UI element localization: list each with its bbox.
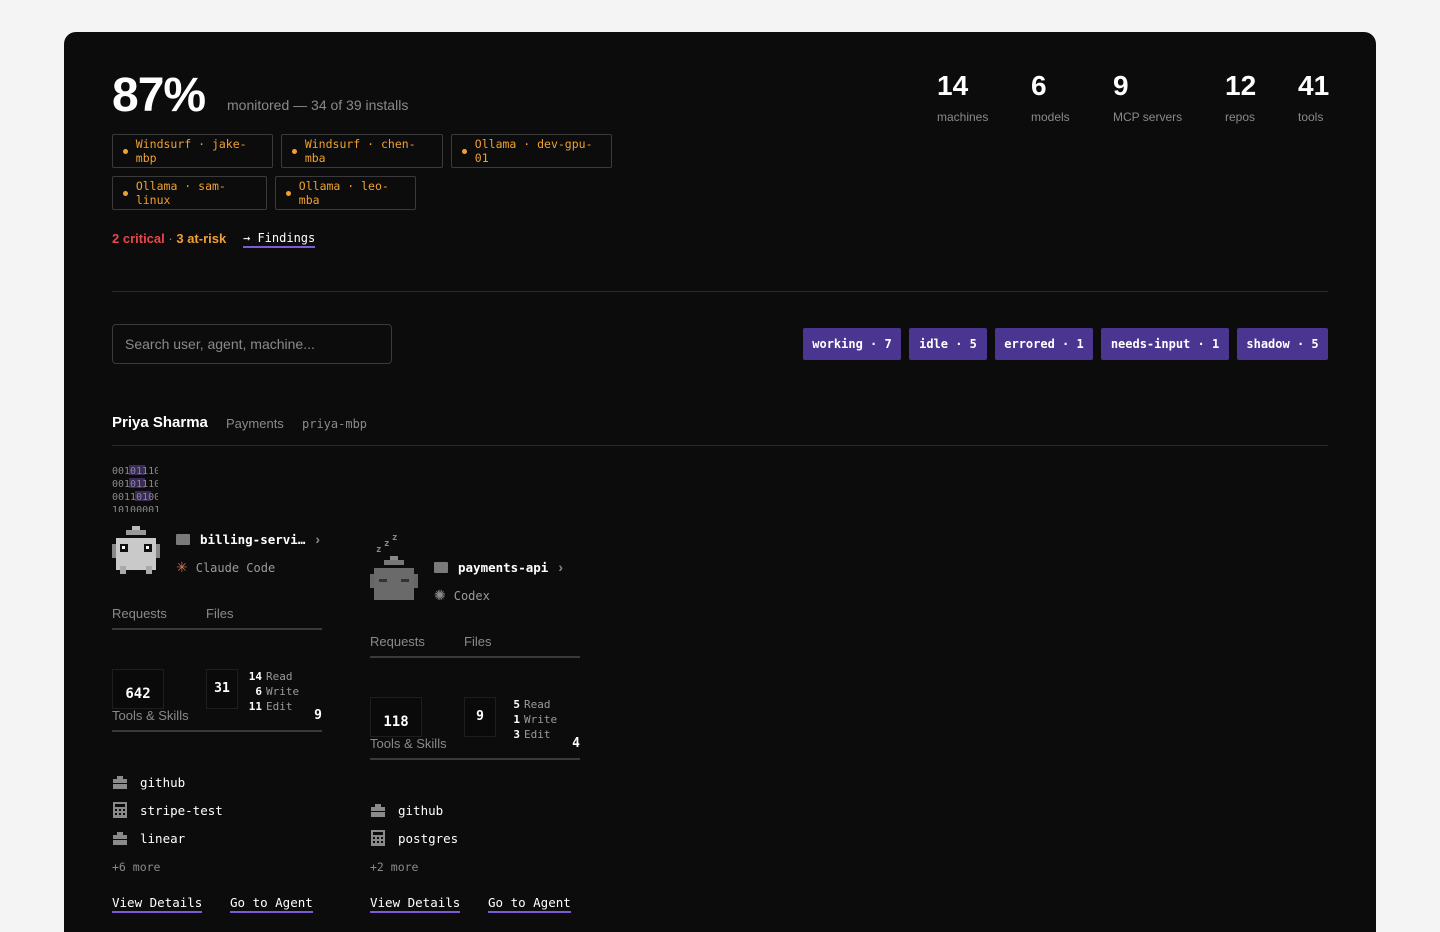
tools-header: Tools & Skills 9: [112, 708, 322, 732]
agent-name: Codex: [453, 588, 490, 603]
chevron-right-icon[interactable]: ›: [315, 531, 320, 547]
unmonitored-chip[interactable]: Ollama · sam-linux: [112, 176, 267, 210]
svg-text:z: z: [392, 533, 397, 543]
briefcase-icon: [113, 776, 127, 789]
go-to-agent-link[interactable]: Go to Agent: [488, 895, 571, 913]
dashboard-panel: 87% monitored — 34 of 39 installs 14 mach…: [64, 32, 1376, 932]
go-to-agent-link[interactable]: Go to Agent: [230, 895, 313, 913]
agent-row: ✳ Claude Code: [176, 559, 275, 576]
robot-working-icon: [112, 526, 160, 579]
filter-errored[interactable]: errored · 1: [995, 328, 1093, 360]
view-details-link[interactable]: View Details: [370, 895, 461, 913]
activity-binary-icon: 00101110 00101110 00110100 10100001: [112, 464, 160, 517]
filter-working[interactable]: working · 7: [803, 328, 901, 360]
folder-icon: [434, 561, 448, 573]
requests-count: 642: [112, 669, 164, 709]
tool-item[interactable]: linear: [112, 830, 185, 846]
repo-name: payments-api: [458, 559, 549, 575]
metrics-header: Requests Files: [112, 606, 322, 630]
filter-needs-input[interactable]: needs-input · 1: [1101, 328, 1229, 360]
divider: [112, 445, 1328, 446]
warning-dot-icon: [123, 190, 128, 196]
tools-header: Tools & Skills 4: [370, 736, 580, 760]
svg-text:z: z: [384, 539, 389, 549]
calculator-icon: [371, 830, 385, 846]
metrics-header: Requests Files: [370, 634, 580, 658]
warning-dot-icon: [292, 148, 297, 154]
stat-models: 6 models: [1031, 70, 1070, 124]
tool-item[interactable]: stripe-test: [112, 802, 223, 818]
unmonitored-chip[interactable]: Windsurf · chen-mba: [281, 134, 443, 168]
agent-card: z z z payments-api › ✺ Codex Requests Fi…: [370, 532, 580, 892]
filter-shadow[interactable]: shadow · 5: [1237, 328, 1328, 360]
svg-text:z: z: [376, 545, 381, 555]
filter-idle[interactable]: idle · 5: [909, 328, 987, 360]
briefcase-icon: [371, 804, 385, 817]
requests-count: 118: [370, 697, 422, 737]
files-count: 31: [206, 669, 238, 709]
openai-icon: ✺: [434, 587, 446, 603]
monitored-text: monitored — 34 of 39 installs: [227, 97, 409, 113]
warning-dot-icon: [462, 148, 467, 154]
unmonitored-chip[interactable]: Windsurf · jake-mbp: [112, 134, 273, 168]
robot-sleeping-icon: z z z: [370, 532, 418, 609]
stat-tools: 41 tools: [1298, 70, 1330, 124]
agent-name: Claude Code: [195, 560, 276, 575]
risk-summary: 2 critical · 3 at-risk: [112, 231, 227, 246]
briefcase-icon: [113, 832, 127, 845]
repo-row[interactable]: billing-servi… ›: [176, 531, 320, 547]
files-count: 9: [464, 697, 496, 737]
user-name[interactable]: Priya Sharma: [112, 414, 208, 431]
folder-icon: [176, 533, 190, 545]
calculator-icon: [113, 802, 127, 818]
unmonitored-chip[interactable]: Ollama · dev-gpu-01: [451, 134, 612, 168]
agent-card: billing-servi… › ✳ Claude Code Requests F…: [112, 526, 322, 886]
view-details-link[interactable]: View Details: [112, 895, 203, 913]
warning-dot-icon: [123, 148, 128, 154]
monitored-percent: 87%: [112, 69, 206, 122]
divider: [112, 291, 1328, 292]
svg-text:10100001: 10100001: [112, 505, 158, 512]
stat-machines: 14 machines: [937, 70, 989, 124]
tool-item[interactable]: github: [112, 774, 185, 790]
claude-icon: ✳: [176, 559, 188, 575]
unmonitored-chip[interactable]: Ollama · leo-mba: [275, 176, 416, 210]
repo-name: billing-servi…: [200, 531, 306, 547]
repo-row[interactable]: payments-api ›: [434, 559, 563, 575]
chevron-right-icon[interactable]: ›: [558, 559, 563, 575]
user-machine: priya-mbp: [302, 417, 368, 431]
tool-item[interactable]: postgres: [370, 830, 458, 846]
stat-repos: 12 repos: [1225, 70, 1257, 124]
stat-mcp-servers: 9 MCP servers: [1113, 70, 1183, 124]
warning-dot-icon: [286, 190, 291, 196]
user-team: Payments: [226, 416, 284, 431]
search-input[interactable]: [112, 324, 392, 364]
agent-row: ✺ Codex: [434, 587, 490, 604]
findings-link[interactable]: → Findings: [243, 231, 316, 248]
more-tools[interactable]: +2 more: [370, 860, 418, 874]
tool-item[interactable]: github: [370, 802, 443, 818]
more-tools[interactable]: +6 more: [112, 860, 160, 874]
